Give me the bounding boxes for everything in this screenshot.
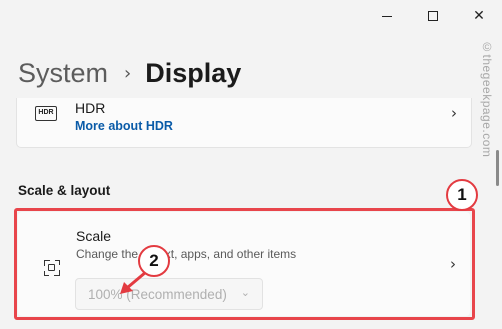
annotation-badge-2: 2 [138, 245, 170, 277]
annotation-badge-1: 1 [446, 179, 478, 211]
annotation-arrow [120, 270, 148, 294]
watermark: ©thegeekpage.com [480, 40, 494, 158]
